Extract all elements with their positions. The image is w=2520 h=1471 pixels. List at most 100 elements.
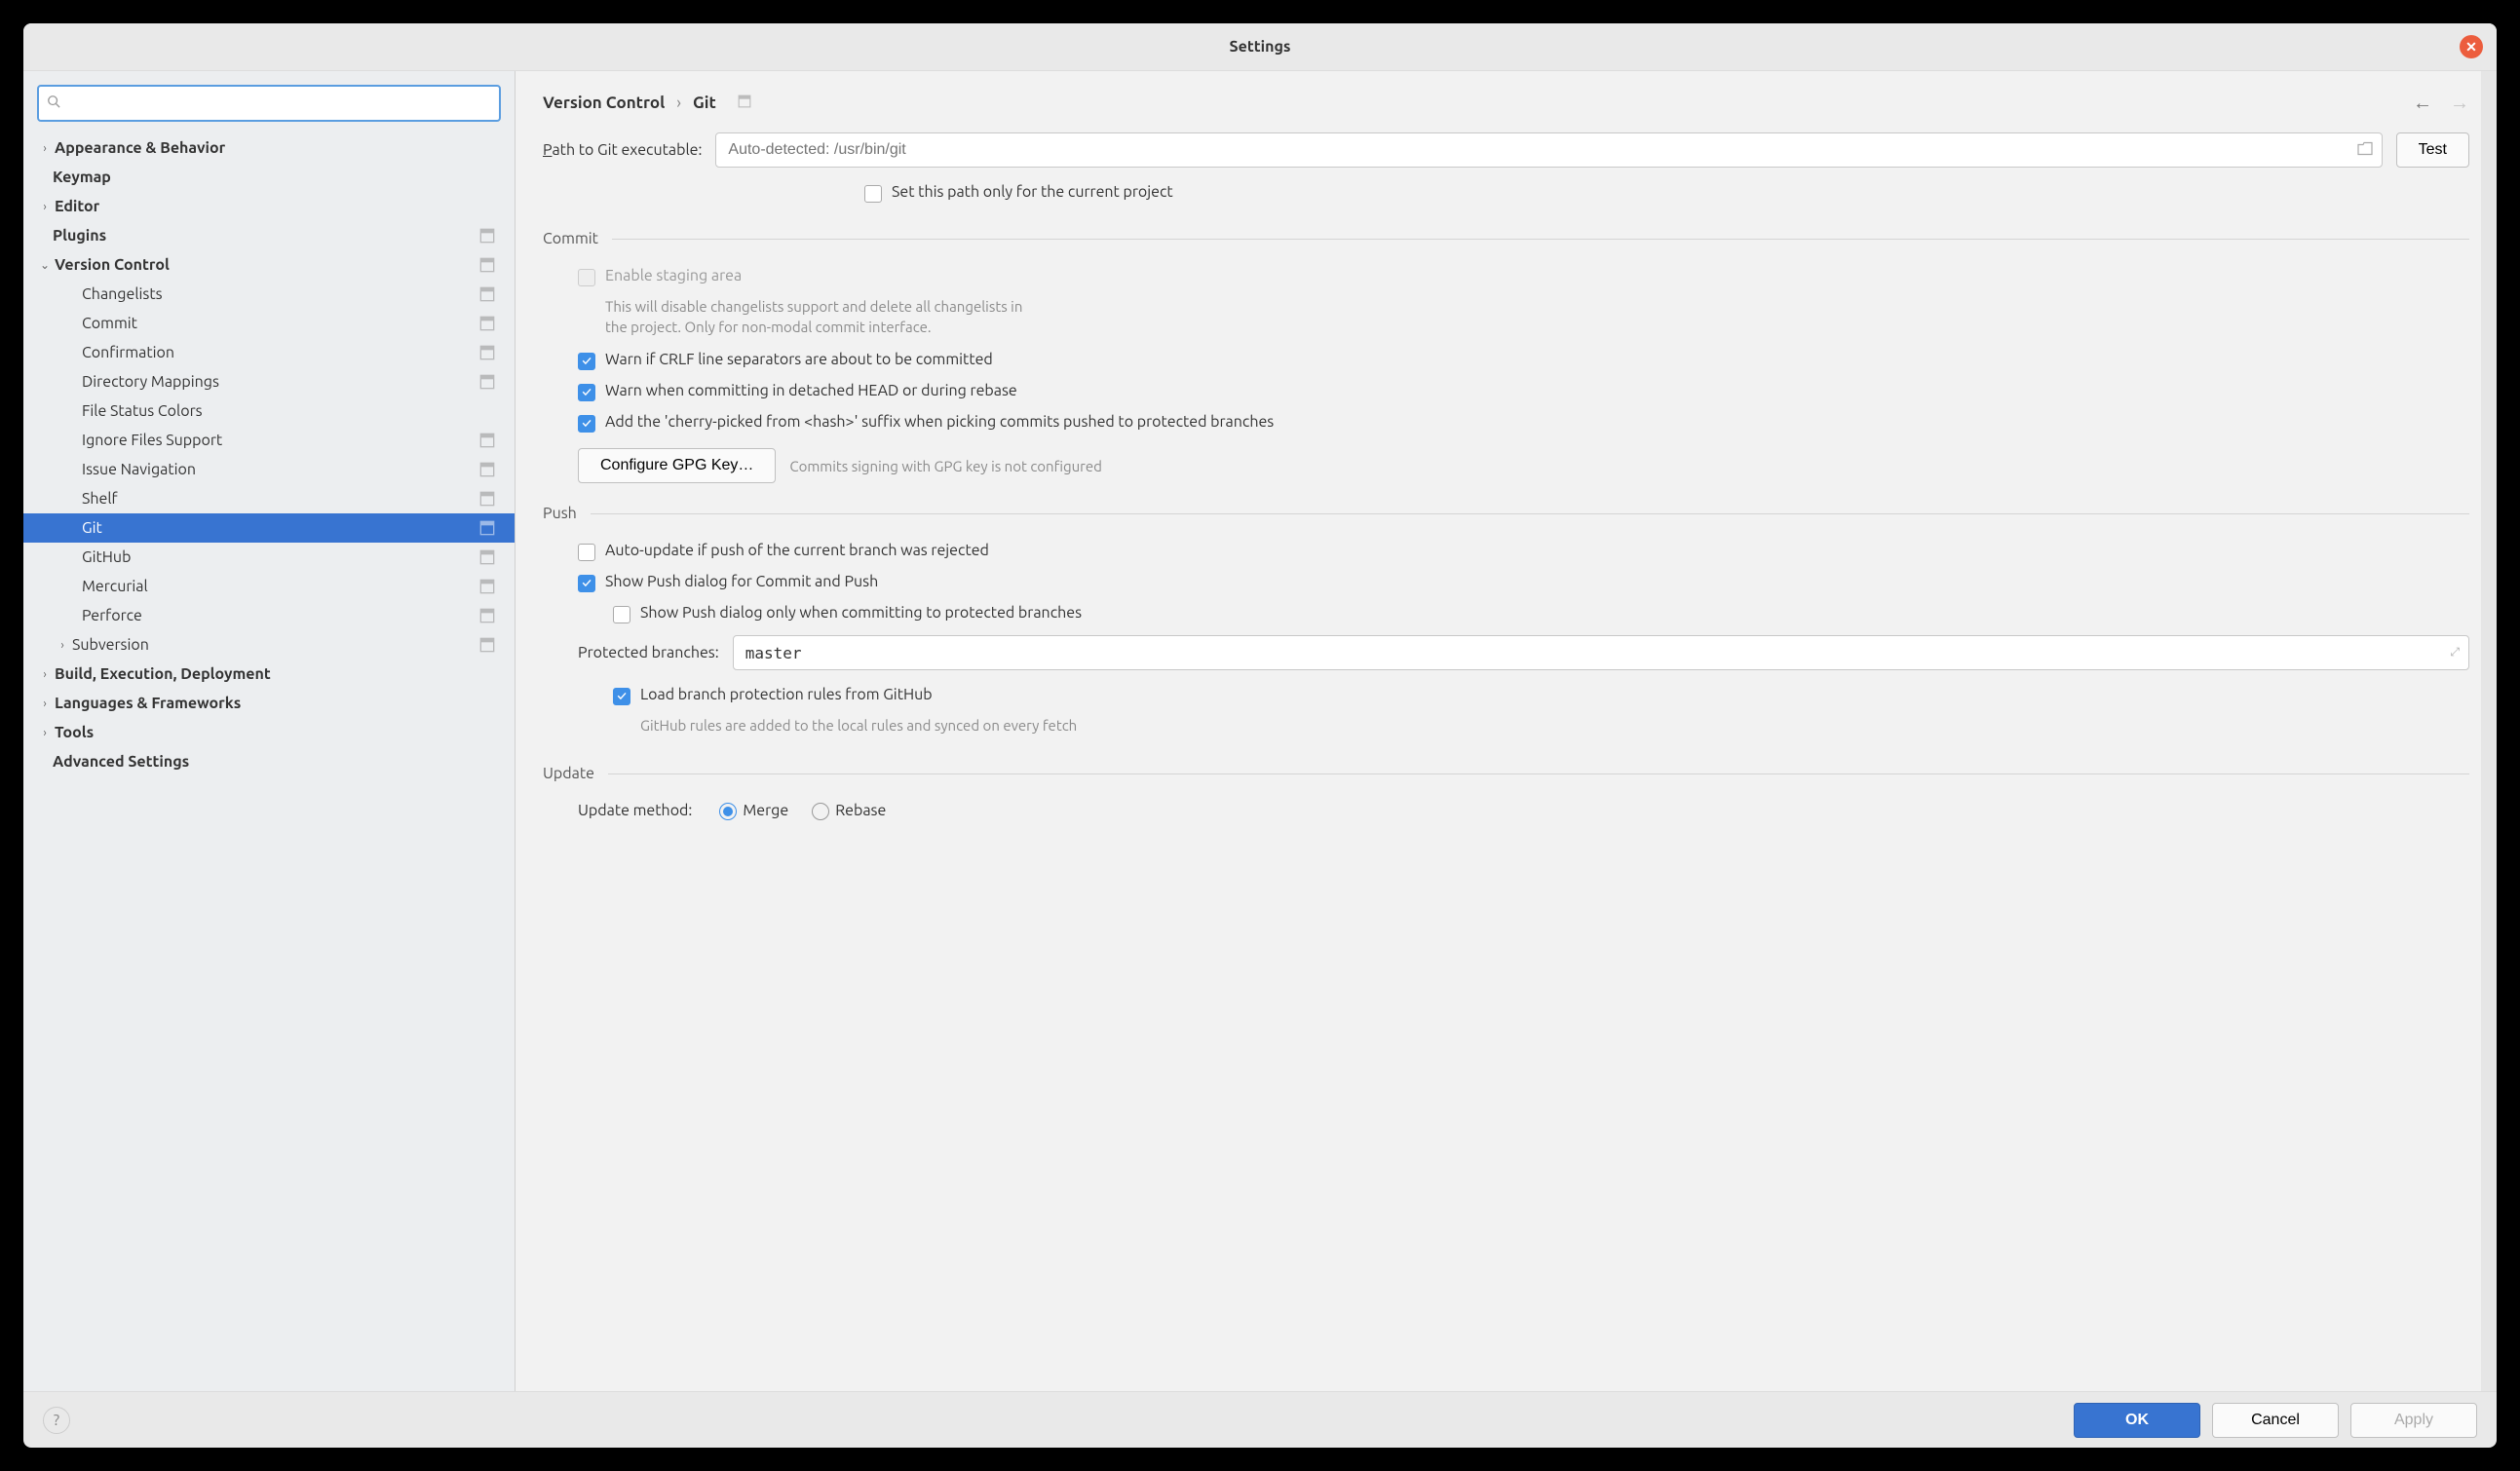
- show-push-protected-row: Show Push dialog only when committing to…: [543, 598, 2469, 629]
- github-hint: GitHub rules are added to the local rule…: [543, 711, 2469, 743]
- sidebar-item-commit[interactable]: Commit: [23, 309, 515, 338]
- settings-content: Version Control › Git ← → PPath to Git e…: [515, 71, 2497, 1391]
- show-push-label: Show Push dialog for Commit and Push: [605, 573, 878, 590]
- sidebar-item-keymap[interactable]: Keymap: [23, 163, 515, 192]
- show-push-checkbox[interactable]: [578, 575, 595, 592]
- scope-icon: [479, 374, 495, 390]
- scope-icon: [479, 637, 495, 653]
- warn-crlf-row: Warn if CRLF line separators are about t…: [543, 345, 2469, 376]
- scope-icon: [479, 520, 495, 536]
- scope-icon: [479, 316, 495, 331]
- git-path-label: PPath to Git executable:ath to Git execu…: [543, 141, 702, 159]
- forward-icon[interactable]: →: [2450, 91, 2469, 115]
- cherry-suffix-row: Add the 'cherry-picked from <hash>' suff…: [543, 407, 2469, 438]
- gpg-row: Configure GPG Key… Commits signing with …: [543, 448, 2469, 483]
- warn-detached-row: Warn when committing in detached HEAD or…: [543, 376, 2469, 407]
- back-icon[interactable]: ←: [2413, 91, 2432, 115]
- cancel-button[interactable]: Cancel: [2212, 1403, 2339, 1438]
- scope-icon: [479, 608, 495, 623]
- ok-button[interactable]: OK: [2074, 1403, 2200, 1438]
- breadcrumb-leaf: Git: [693, 94, 716, 112]
- protected-branches-wrap: ⤢: [733, 635, 2469, 670]
- sidebar-item-subversion[interactable]: ›Subversion: [23, 630, 515, 660]
- git-path-input[interactable]: [715, 132, 2382, 168]
- show-push-protected-checkbox[interactable]: [613, 606, 630, 623]
- divider: [612, 239, 2469, 240]
- sidebar-item-file-status-colors[interactable]: File Status Colors: [23, 396, 515, 426]
- protected-branches-label: Protected branches:: [578, 644, 719, 661]
- sidebar-item-advanced[interactable]: Advanced Settings: [23, 747, 515, 776]
- search-input[interactable]: [37, 85, 501, 122]
- sidebar-item-editor[interactable]: ›Editor: [23, 192, 515, 221]
- test-button[interactable]: Test: [2396, 132, 2469, 168]
- divider: [591, 513, 2469, 514]
- scrollbar[interactable]: [2481, 71, 2497, 1391]
- content-scroll[interactable]: PPath to Git executable:ath to Git execu…: [515, 127, 2497, 1391]
- sidebar-item-version-control[interactable]: ⌄Version Control: [23, 250, 515, 280]
- cherry-suffix-checkbox[interactable]: [578, 415, 595, 433]
- scope-icon: [479, 491, 495, 507]
- set-path-project-label: Set this path only for the current proje…: [892, 183, 1173, 201]
- radio-rebase[interactable]: Rebase: [812, 802, 886, 820]
- nav-arrows: ← →: [2413, 91, 2469, 115]
- sidebar-item-mercurial[interactable]: Mercurial: [23, 572, 515, 601]
- sidebar-item-git[interactable]: Git: [23, 513, 515, 543]
- sidebar-item-directory-mappings[interactable]: Directory Mappings: [23, 367, 515, 396]
- warn-detached-checkbox[interactable]: [578, 384, 595, 401]
- update-method-label: Update method:: [578, 802, 692, 819]
- cherry-suffix-label: Add the 'cherry-picked from <hash>' suff…: [605, 413, 1274, 431]
- set-path-project-checkbox[interactable]: [864, 185, 882, 203]
- chevron-right-icon: ›: [35, 698, 55, 710]
- expand-icon[interactable]: ⤢: [2450, 646, 2460, 660]
- warn-crlf-checkbox[interactable]: [578, 353, 595, 370]
- protected-branches-input[interactable]: [733, 635, 2469, 670]
- section-commit: Commit: [543, 230, 2469, 247]
- scope-icon: [479, 462, 495, 477]
- auto-update-checkbox[interactable]: [578, 544, 595, 561]
- sidebar-item-plugins[interactable]: Plugins: [23, 221, 515, 250]
- dialog-body: ›Appearance & Behavior Keymap ›Editor Pl…: [23, 70, 2497, 1391]
- divider: [608, 773, 2469, 774]
- scope-icon: [479, 257, 495, 273]
- git-path-row: PPath to Git executable:ath to Git execu…: [543, 132, 2469, 168]
- update-method-row: Update method: Merge Rebase: [543, 796, 2469, 826]
- configure-gpg-button[interactable]: Configure GPG Key…: [578, 448, 776, 483]
- sidebar-item-tools[interactable]: ›Tools: [23, 718, 515, 747]
- sidebar-item-build[interactable]: ›Build, Execution, Deployment: [23, 660, 515, 689]
- show-push-row: Show Push dialog for Commit and Push: [543, 567, 2469, 598]
- close-icon[interactable]: ✕: [2460, 35, 2483, 58]
- content-header: Version Control › Git ← →: [515, 71, 2497, 127]
- scope-icon: [479, 579, 495, 594]
- git-path-input-wrap: [715, 132, 2382, 168]
- set-path-project-row: Set this path only for the current proje…: [543, 177, 2469, 208]
- load-github-checkbox[interactable]: [613, 688, 630, 705]
- load-github-label: Load branch protection rules from GitHub: [640, 686, 933, 703]
- show-push-protected-label: Show Push dialog only when committing to…: [640, 604, 1082, 622]
- sidebar-item-github[interactable]: GitHub: [23, 543, 515, 572]
- radio-icon: [719, 803, 737, 820]
- scope-icon: [738, 94, 751, 112]
- chevron-right-icon: ›: [53, 639, 72, 652]
- help-button[interactable]: ?: [43, 1407, 70, 1434]
- enable-staging-label: Enable staging area: [605, 267, 742, 284]
- chevron-down-icon: ⌄: [35, 258, 55, 272]
- warn-detached-label: Warn when committing in detached HEAD or…: [605, 382, 1017, 399]
- section-update: Update: [543, 765, 2469, 782]
- sidebar-item-confirmation[interactable]: Confirmation: [23, 338, 515, 367]
- folder-icon[interactable]: [2357, 142, 2373, 159]
- radio-merge[interactable]: Merge: [719, 802, 788, 820]
- sidebar-item-perforce[interactable]: Perforce: [23, 601, 515, 630]
- sidebar-item-shelf[interactable]: Shelf: [23, 484, 515, 513]
- gpg-hint: Commits signing with GPG key is not conf…: [789, 458, 1102, 474]
- breadcrumb: Version Control › Git: [543, 94, 751, 112]
- section-push: Push: [543, 505, 2469, 522]
- settings-sidebar: ›Appearance & Behavior Keymap ›Editor Pl…: [23, 71, 515, 1391]
- sidebar-item-issue-navigation[interactable]: Issue Navigation: [23, 455, 515, 484]
- enable-staging-checkbox[interactable]: [578, 269, 595, 286]
- sidebar-item-ignore-files[interactable]: Ignore Files Support: [23, 426, 515, 455]
- scope-icon: [479, 549, 495, 565]
- apply-button[interactable]: Apply: [2350, 1403, 2477, 1438]
- sidebar-item-changelists[interactable]: Changelists: [23, 280, 515, 309]
- sidebar-item-appearance[interactable]: ›Appearance & Behavior: [23, 133, 515, 163]
- sidebar-item-languages[interactable]: ›Languages & Frameworks: [23, 689, 515, 718]
